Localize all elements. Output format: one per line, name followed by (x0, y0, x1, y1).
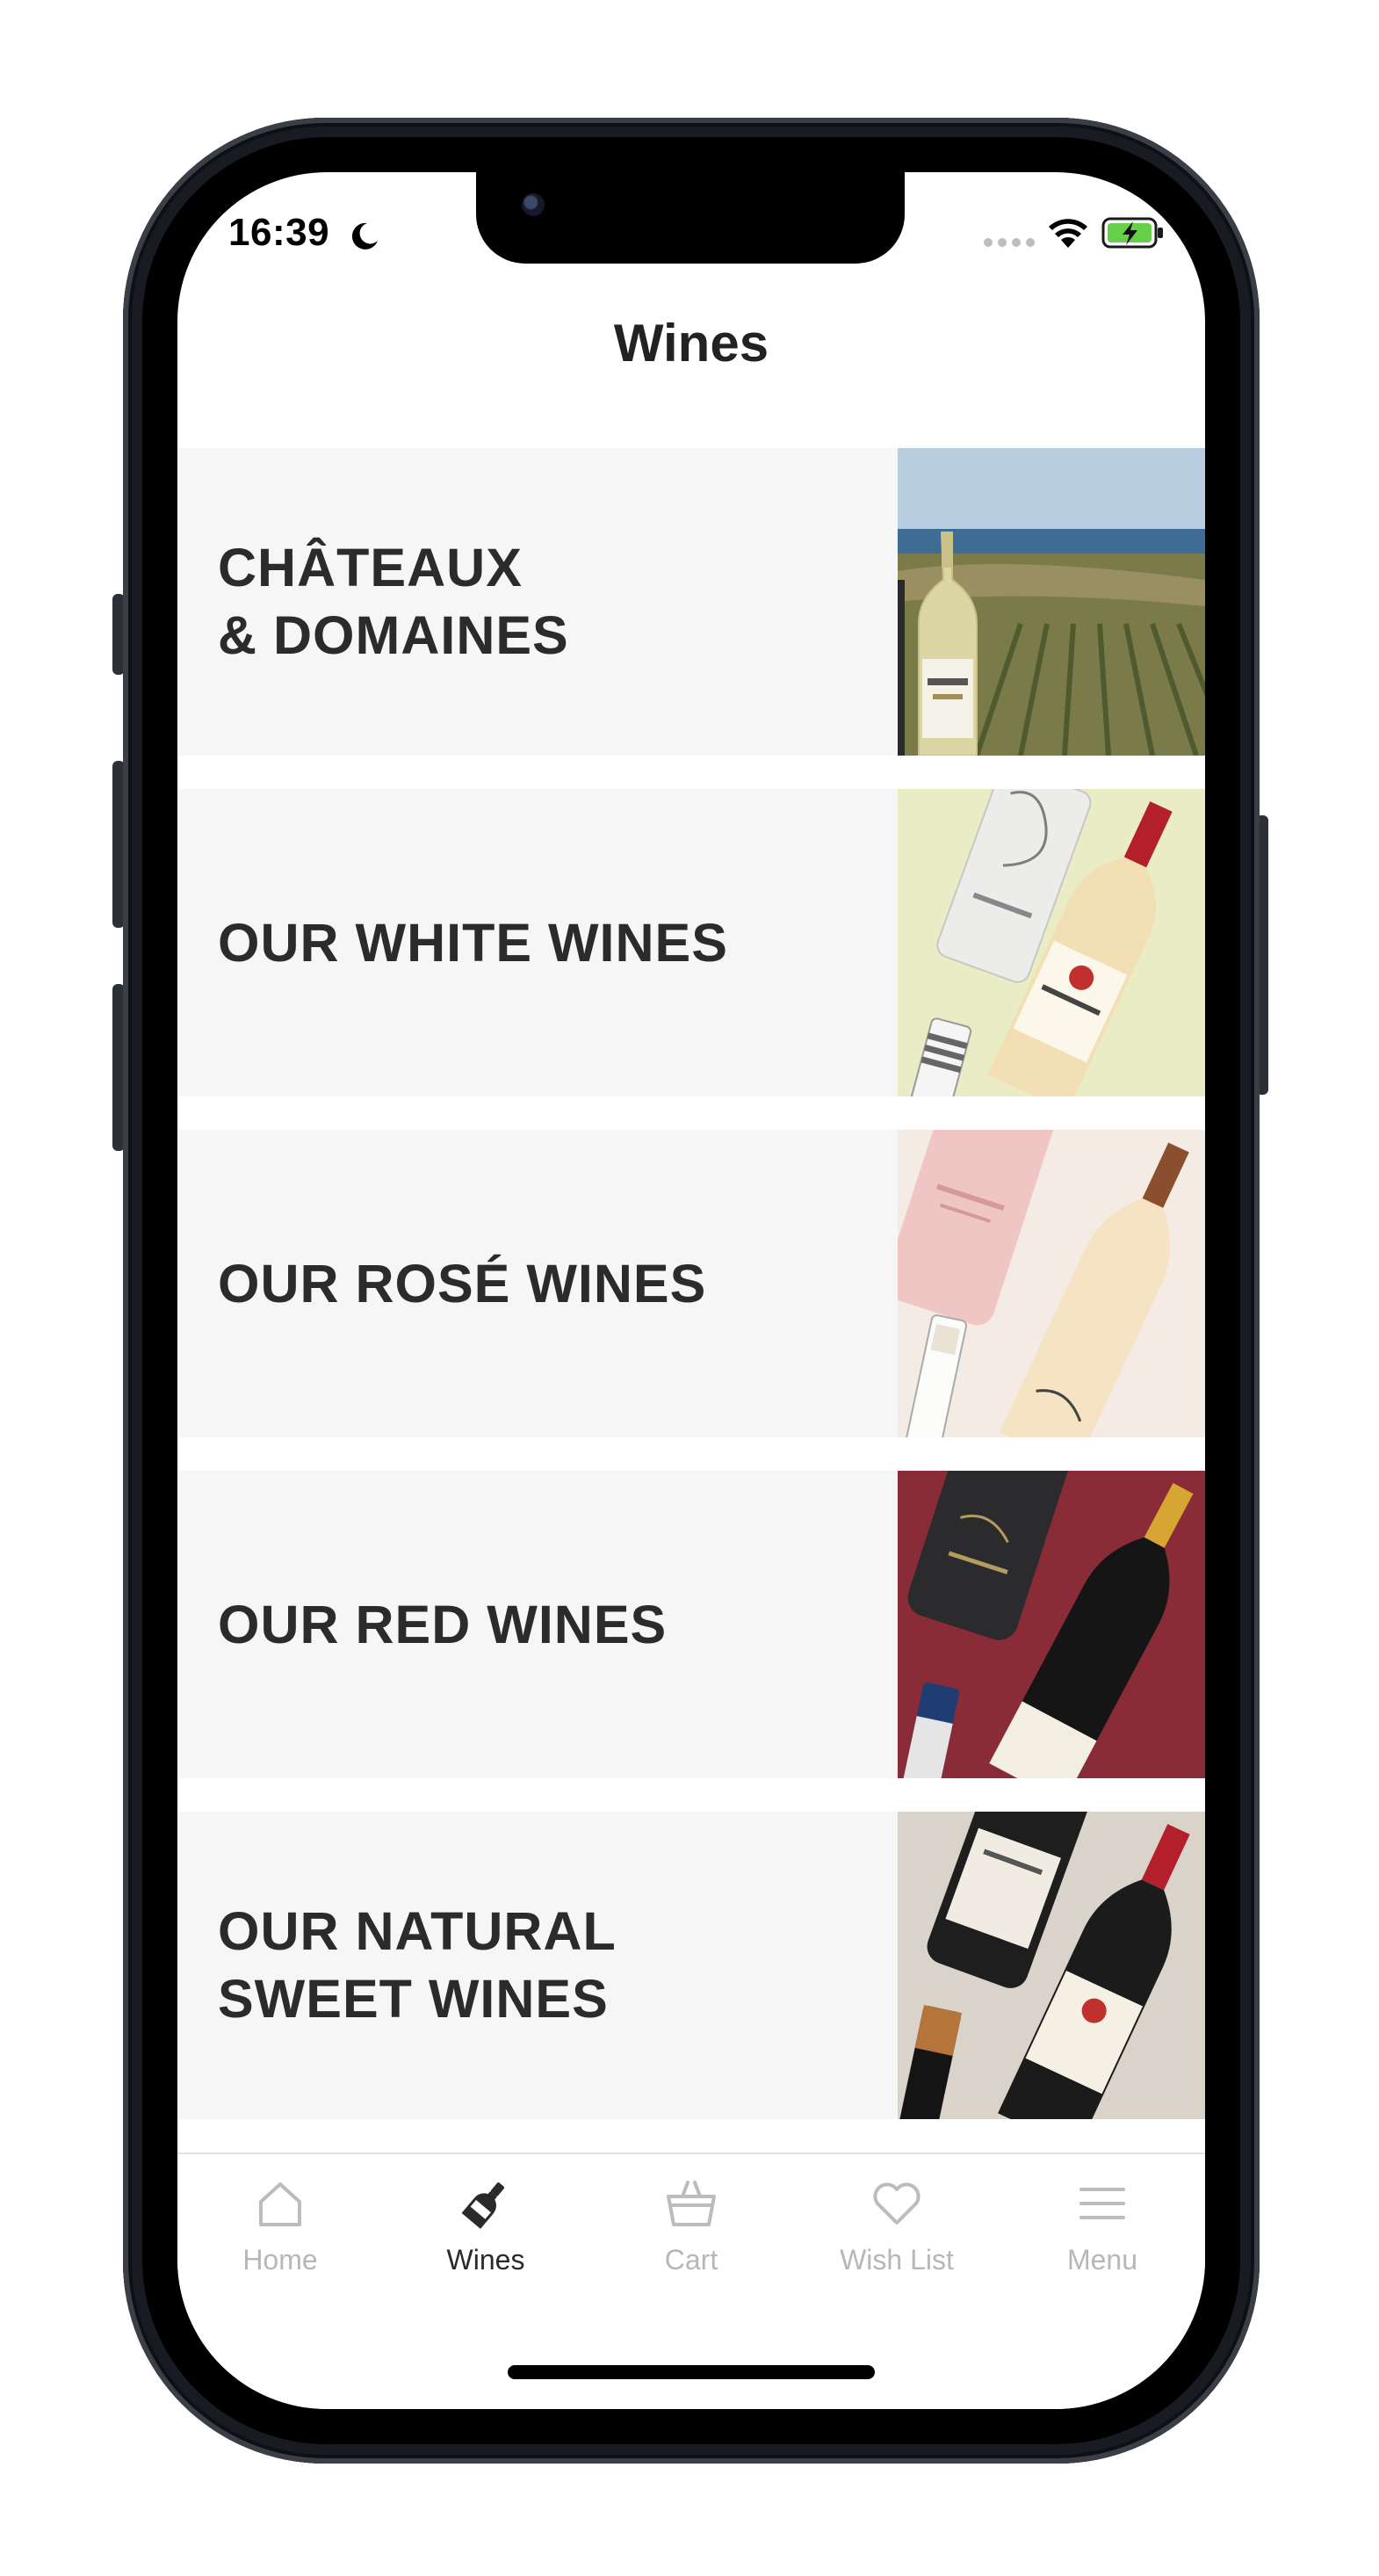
category-thumbnail (898, 448, 1205, 756)
heart-icon (873, 2182, 921, 2225)
home-icon (259, 2182, 301, 2226)
tab-wines[interactable]: Wines (383, 2154, 588, 2304)
category-label: CHÂTEAUX & DOMAINES (218, 538, 569, 665)
category-thumbnail (898, 1130, 1205, 1437)
tab-menu[interactable]: Menu (1000, 2154, 1205, 2304)
app-screen: 16:39 Wines CHÂTEAUX & DOMAINES OUR WHIT… (177, 172, 1205, 2409)
basket-icon (667, 2181, 716, 2226)
category-label: OUR ROSÉ WINES (218, 1253, 707, 1313)
category-label: OUR WHITE WINES (218, 912, 728, 973)
wine-bottle-icon (461, 2182, 505, 2229)
menu-icon (1079, 2188, 1125, 2219)
page-title: Wines (613, 314, 769, 373)
category-label: OUR NATURAL SWEET WINES (218, 1901, 617, 2029)
category-row-rose-wines[interactable]: OUR ROSÉ WINES (177, 1130, 1205, 1437)
category-row-red-wines[interactable]: OUR RED WINES (177, 1471, 1205, 1778)
tab-wish-list[interactable]: Wish List (794, 2154, 1000, 2304)
category-label: OUR RED WINES (218, 1594, 668, 1654)
moon-icon (351, 222, 378, 250)
battery-charging-icon (1101, 217, 1163, 249)
category-row-chateaux-domaines[interactable]: CHÂTEAUX & DOMAINES (177, 448, 1205, 756)
category-thumbnail (898, 1812, 1205, 2119)
tab-home[interactable]: Home (177, 2154, 383, 2304)
category-row-natural-sweet-wines[interactable]: OUR NATURAL SWEET WINES (177, 1812, 1205, 2119)
tab-label: Wish List (840, 2244, 954, 2276)
wifi-icon (1049, 219, 1087, 248)
status-time: 16:39 (228, 211, 330, 254)
tab-label: Menu (1066, 2244, 1138, 2276)
category-thumbnail (898, 1471, 1205, 1778)
category-thumbnail (898, 789, 1205, 1096)
tab-label: Cart (664, 2244, 718, 2276)
notch (476, 172, 905, 264)
home-indicator[interactable] (508, 2365, 875, 2379)
phone-frame: 16:39 Wines CHÂTEAUX & DOMAINES OUR WHIT… (123, 118, 1260, 2464)
tab-label: Wines (446, 2244, 525, 2276)
signal-dots-icon (984, 238, 1035, 247)
tab-label: Home (242, 2244, 318, 2276)
front-camera (522, 193, 545, 216)
category-row-white-wines[interactable]: OUR WHITE WINES (177, 789, 1205, 1096)
tab-cart[interactable]: Cart (588, 2154, 794, 2304)
